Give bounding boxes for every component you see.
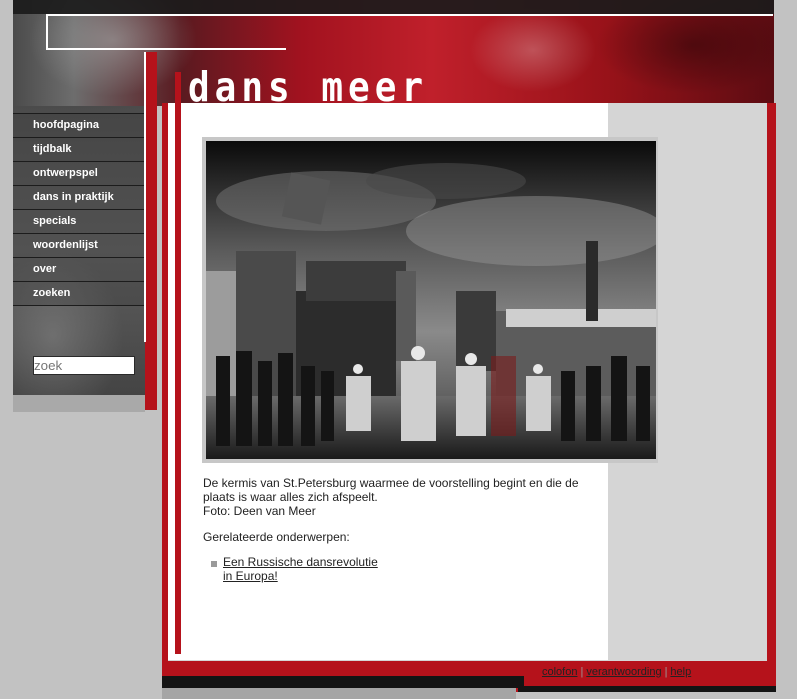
header-top-strip	[13, 0, 774, 14]
related-link[interactable]: Een Russische dansrevolutie in Europa!	[223, 555, 393, 583]
vertical-red-bar	[175, 72, 181, 654]
site-logo[interactable]: dans meer	[188, 63, 478, 114]
footer-separator: |	[580, 666, 584, 678]
bullet-icon	[211, 561, 217, 567]
sidebar-item-tijdbalk[interactable]: tijdbalk	[13, 138, 144, 162]
header-white-line-left	[46, 14, 48, 50]
sidebar-item-hoofdpagina[interactable]: hoofdpagina	[13, 113, 144, 138]
footer-link-help[interactable]: help	[670, 666, 691, 678]
sidebar-item-specials[interactable]: specials	[13, 210, 144, 234]
photo-caption: De kermis van St.Petersburg waarmee de v…	[203, 476, 603, 518]
caption-credit: Foto: Deen van Meer	[203, 504, 316, 518]
header-white-line-bottom	[46, 48, 286, 50]
sidebar-item-woordenlijst[interactable]: woordenlijst	[13, 234, 144, 258]
footer-gray-bar	[162, 688, 516, 699]
sidebar-nav: hoofdpagina tijdbalk ontwerpspel dans in…	[13, 113, 144, 306]
related-heading: Gerelateerde onderwerpen:	[203, 530, 350, 544]
search-input[interactable]	[33, 356, 135, 375]
sidebar-item-dans-in-praktijk[interactable]: dans in praktijk	[13, 186, 144, 210]
red-accent-bar	[145, 52, 157, 410]
footer-shadow-bar-right	[518, 686, 776, 692]
sidebar-shadow	[13, 395, 145, 412]
sidebar-item-ontwerpspel[interactable]: ontwerpspel	[13, 162, 144, 186]
footer-link-colofon[interactable]: colofon	[542, 666, 577, 678]
sidebar-item-over[interactable]: over	[13, 258, 144, 282]
related-link-line2[interactable]: in Europa!	[223, 569, 278, 583]
header-white-line-top	[46, 14, 773, 16]
stage-photo	[206, 141, 656, 459]
caption-text: De kermis van St.Petersburg waarmee de v…	[203, 476, 579, 504]
footer-shadow-bar	[162, 676, 524, 688]
footer-links: colofon | verantwoording | help	[542, 666, 691, 678]
sidebar-white-edge	[144, 52, 146, 342]
sidebar-item-zoeken[interactable]: zoeken	[13, 282, 144, 306]
footer-separator: |	[664, 666, 668, 678]
related-link-line1[interactable]: Een Russische dansrevolutie	[223, 555, 378, 569]
footer-link-verantwoording[interactable]: verantwoording	[586, 666, 661, 678]
